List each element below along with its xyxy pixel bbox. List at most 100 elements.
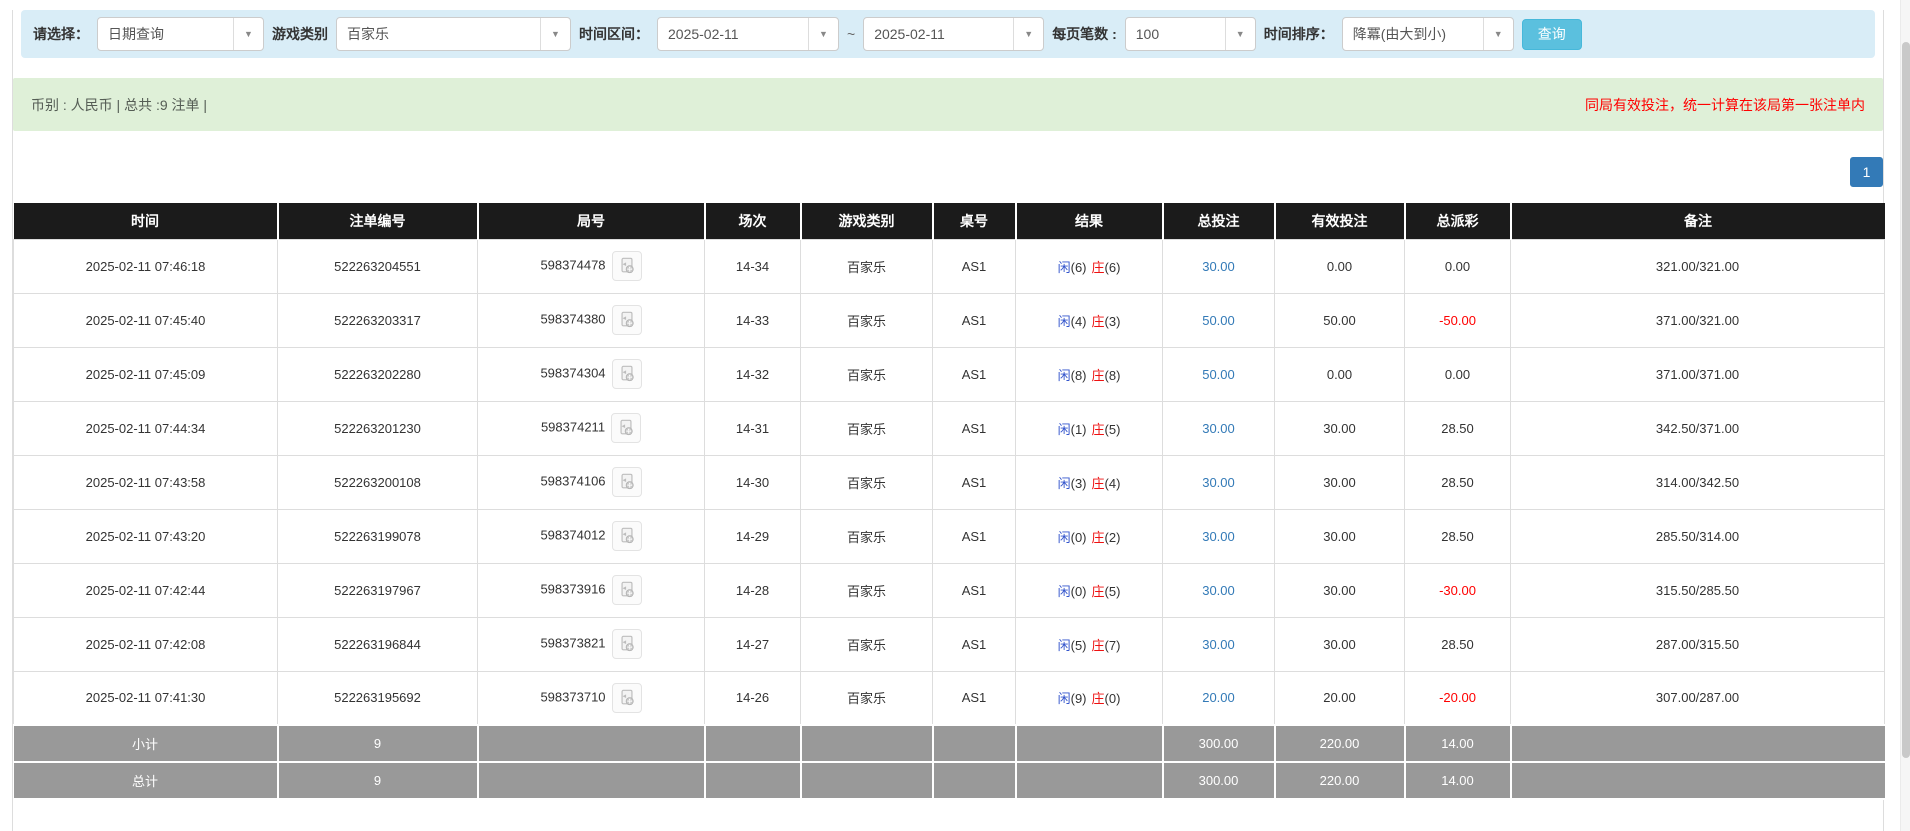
video-icon[interactable] (611, 305, 642, 335)
cell-bet-id: 522263203317 (277, 292, 478, 348)
cell-session: 14-27 (704, 616, 801, 672)
chevron-down-icon: ▼ (1013, 18, 1043, 50)
header-result: 结果 (1015, 203, 1164, 239)
cell-round-id: 598374106 (477, 454, 705, 510)
cell-session: 14-30 (704, 454, 801, 510)
cell-round-id: 598373821 (477, 616, 705, 672)
cell-session: 14-33 (704, 292, 801, 348)
game-type-label: 游戏类别 (272, 26, 328, 42)
cell-table-no: AS1 (932, 400, 1016, 456)
subtotal-count: 9 (276, 724, 479, 763)
table-row: 2025-02-11 07:42:44 522263197967 5983739… (13, 562, 1885, 618)
cell-time: 2025-02-11 07:43:20 (13, 508, 278, 564)
game-type-select[interactable]: 百家乐 ▼ (336, 17, 571, 51)
grand-total-total-bet: 300.00 (1161, 761, 1276, 800)
cell-remark: 342.50/371.00 (1510, 400, 1885, 456)
video-icon[interactable] (611, 467, 642, 497)
cell-payout: -20.00 (1404, 670, 1511, 726)
cell-bet-id: 522263200108 (277, 454, 478, 510)
banker-result-score: (6) (1104, 259, 1121, 275)
vertical-scrollbar[interactable] (1900, 0, 1910, 831)
cell-remark: 314.00/342.50 (1510, 454, 1885, 510)
video-icon[interactable] (611, 521, 642, 551)
video-icon[interactable] (611, 359, 642, 389)
banker-result-label: 庄 (1091, 691, 1105, 707)
summary-bar: 币别 : 人民币 | 总共 :9 注单 | 同局有效投注，统一计算在该局第一张注… (13, 78, 1883, 131)
cell-payout: -30.00 (1404, 562, 1511, 618)
player-result-label: 闲 (1057, 529, 1071, 545)
sort-label: 时间排序： (1263, 26, 1334, 42)
chevron-down-icon: ▼ (808, 18, 838, 50)
banker-result-label: 庄 (1091, 475, 1105, 491)
scrollbar-thumb[interactable] (1902, 42, 1910, 758)
cell-time: 2025-02-11 07:46:18 (13, 238, 278, 294)
header-payout: 总派彩 (1404, 203, 1512, 239)
cell-game: 百家乐 (800, 346, 933, 402)
chevron-down-icon: ▼ (1224, 18, 1255, 50)
date-from-select[interactable]: 2025-02-11 ▼ (657, 17, 839, 51)
table-row: 2025-02-11 07:42:08 522263196844 5983738… (13, 616, 1885, 672)
video-icon[interactable] (611, 629, 642, 659)
banker-result-score: (5) (1104, 583, 1121, 599)
cell-bet-id: 522263201230 (277, 400, 478, 456)
player-result-score: (8) (1070, 367, 1087, 383)
cell-payout: 28.50 (1404, 454, 1511, 510)
cell-total-bet[interactable]: 20.00 (1162, 670, 1275, 726)
cell-valid-bet: 0.00 (1274, 346, 1405, 402)
cell-table-no: AS1 (932, 292, 1016, 348)
cell-result: 闲(0) 庄(2) (1015, 508, 1163, 564)
video-icon[interactable] (611, 413, 642, 443)
cell-table-no: AS1 (932, 346, 1016, 402)
date-to-select[interactable]: 2025-02-11 ▼ (863, 17, 1045, 51)
cell-game: 百家乐 (800, 292, 933, 348)
cell-total-bet[interactable]: 30.00 (1162, 508, 1275, 564)
cell-total-bet[interactable]: 50.00 (1162, 292, 1275, 348)
header-table-no: 桌号 (932, 203, 1017, 239)
banker-result-score: (0) (1104, 691, 1121, 707)
per-page-select[interactable]: 100 ▼ (1124, 17, 1256, 51)
cell-total-bet[interactable]: 30.00 (1162, 562, 1275, 618)
video-icon[interactable] (611, 251, 642, 281)
banker-result-label: 庄 (1091, 313, 1105, 329)
cell-result: 闲(3) 庄(4) (1015, 454, 1163, 510)
grand-total-row: 总计 9 300.00 220.00 14.00 (13, 761, 1885, 800)
cell-total-bet[interactable]: 30.00 (1162, 238, 1275, 294)
cell-valid-bet: 30.00 (1274, 562, 1405, 618)
cell-bet-id: 522263197967 (277, 562, 478, 618)
cell-total-bet[interactable]: 30.00 (1162, 454, 1275, 510)
table-footer: 小计 9 300.00 220.00 14.00 总计 9 300.00 220… (13, 724, 1885, 800)
cell-round-id: 598374211 (477, 400, 705, 456)
sort-select[interactable]: 降冪(由大到小) ▼ (1341, 17, 1514, 51)
cell-total-bet[interactable]: 50.00 (1162, 346, 1275, 402)
player-result-score: (1) (1070, 421, 1087, 437)
cell-payout: 28.50 (1404, 616, 1511, 672)
header-session: 场次 (704, 203, 802, 239)
player-result-label: 闲 (1057, 475, 1071, 491)
cell-table-no: AS1 (932, 454, 1016, 510)
player-result-label: 闲 (1057, 367, 1071, 383)
header-round-id: 局号 (477, 203, 706, 239)
chevron-down-icon: ▼ (233, 18, 263, 50)
page-1-button[interactable]: 1 (1850, 157, 1883, 187)
cell-bet-id: 522263204551 (277, 238, 478, 294)
cell-time: 2025-02-11 07:45:40 (13, 292, 278, 348)
cell-result: 闲(0) 庄(5) (1015, 562, 1163, 618)
subtotal-row: 小计 9 300.00 220.00 14.00 (13, 724, 1885, 763)
table-row: 2025-02-11 07:46:18 522263204551 5983744… (13, 238, 1885, 294)
header-remark: 备注 (1510, 203, 1885, 239)
query-button[interactable]: 查询 (1521, 18, 1582, 50)
cell-total-bet[interactable]: 30.00 (1162, 400, 1275, 456)
cell-table-no: AS1 (932, 616, 1016, 672)
cell-remark: 307.00/287.00 (1510, 670, 1885, 726)
time-range-label: 时间区间： (579, 26, 649, 42)
video-icon[interactable] (611, 682, 642, 713)
video-icon[interactable] (611, 575, 642, 605)
cell-round-id: 598374478 (477, 238, 705, 294)
cell-table-no: AS1 (932, 670, 1016, 726)
cell-result: 闲(4) 庄(3) (1015, 292, 1163, 348)
player-result-label: 闲 (1057, 691, 1071, 707)
cell-total-bet[interactable]: 30.00 (1162, 616, 1275, 672)
cell-game: 百家乐 (800, 400, 933, 456)
cell-remark: 315.50/285.50 (1510, 562, 1885, 618)
query-type-select[interactable]: 日期查询 ▼ (97, 17, 264, 51)
